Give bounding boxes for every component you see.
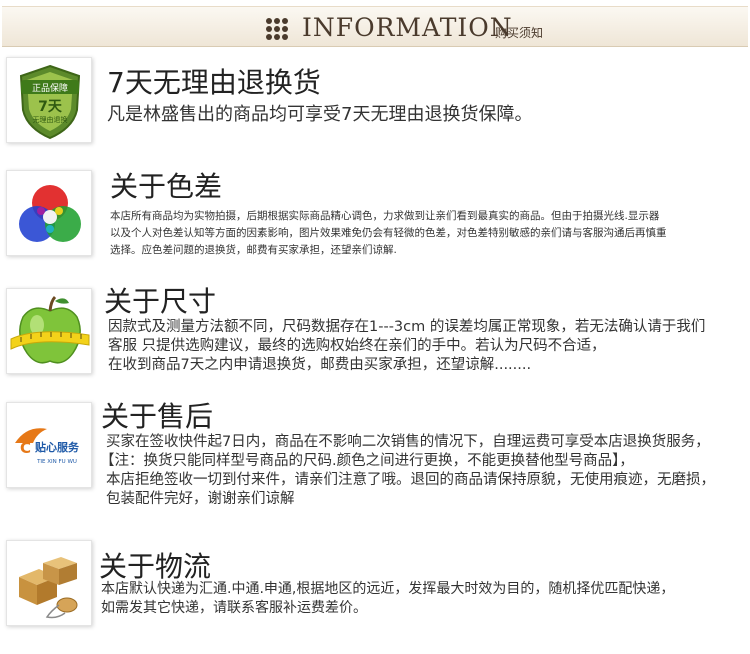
- section-title: 关于物流: [99, 550, 212, 583]
- body-line: 以及个人对色差认知等方面的因素影响，图片效果难免仍会有轻微的色差，对色差特别敏感…: [110, 227, 667, 239]
- section-title: 关于售后: [101, 400, 214, 433]
- color-wheel-icon: [6, 170, 92, 256]
- body-line: 在收到商品7天之内申请退换货，邮费由买家承担，还望谅解........: [108, 357, 532, 373]
- apple-tape-measure-icon: [6, 288, 92, 374]
- body-line: 如需发其它快递，请联系客服补运费差价。: [101, 600, 367, 616]
- body-line: 本店拒绝签收一切到付来件，请亲们注意了哦。退回的商品请保持原貌，无使用痕迹，无磨…: [106, 472, 715, 488]
- service-badge-label: 贴心服务: [34, 440, 80, 454]
- boxes-mouse-icon: [6, 540, 92, 626]
- body-line: 本店默认快递为汇通.中通.申通,根据地区的远近，发挥最大时效为目的，随机择优匹配…: [101, 581, 675, 597]
- svg-text:C: C: [20, 439, 31, 457]
- body-line: 客服 只提供选购建议，最终的选购权始终在亲们的手中。若认为尺码不合适，: [108, 338, 606, 354]
- section-body: 本店所有商品均为实物拍摄，后期根据实际商品精心调色，力求做到让亲们看到最真实的商…: [110, 208, 667, 259]
- section-logistics: 关于物流 本店默认快递为汇通.中通.申通,根据地区的远近，发挥最大时效为目的，随…: [0, 535, 750, 645]
- body-line: 因款式及测量方法额不同，尺码数据存在1---3cm 的误差均属正常现象，若无法确…: [108, 319, 706, 335]
- section-after-sales: C 贴心服务 TIE XIN FU WU 关于售后 买家在签收快件起7日内，商品…: [0, 395, 750, 515]
- dot-grid-icon: [266, 18, 288, 40]
- section-body: 本店默认快递为汇通.中通.申通,根据地区的远近，发挥最大时效为目的，随机择优匹配…: [101, 580, 674, 618]
- section-body: 凡是林盛售出的商品均可享受7天无理由退换货保障。: [107, 103, 532, 127]
- section-title: 7天无理由退换货: [107, 66, 321, 99]
- body-line: 买家在签收快件起7日内，商品在不影响二次销售的情况下，自理运费可享受本店退换货服…: [106, 434, 710, 450]
- body-line: 本店所有商品均为实物拍摄，后期根据实际商品精心调色，力求做到让亲们看到最真实的商…: [110, 210, 660, 222]
- header-subtitle: 购买须知: [495, 26, 544, 40]
- shield-sub-label: 无理由退换: [33, 115, 68, 124]
- body-line: 包装配件完好，谢谢亲们谅解: [106, 491, 295, 507]
- body-line: 选择。应色差问题的退换货，邮费有买家承担，还望亲们谅解.: [110, 244, 397, 256]
- section-return-policy: 正品保障 7天 无理由退换 7天无理由退换货 凡是林盛售出的商品均可享受7天无理…: [0, 55, 750, 145]
- shield-badge-label: 正品保障: [32, 82, 68, 94]
- shield-guarantee-icon: 正品保障 7天 无理由退换: [6, 57, 92, 143]
- after-sales-service-icon: C 贴心服务 TIE XIN FU WU: [6, 402, 92, 488]
- header-title: INFORMATION: [302, 13, 513, 42]
- body-line: 【注：换货只能同样型号商品的尺码.颜色之间进行更换，不能更换替他型号商品】，: [100, 453, 634, 469]
- section-title: 关于尺寸: [104, 285, 217, 318]
- section-size: 关于尺寸 因款式及测量方法额不同，尺码数据存在1---3cm 的误差均属正常现象…: [0, 280, 750, 380]
- service-badge-sub: TIE XIN FU WU: [36, 459, 77, 465]
- section-body: 买家在签收快件起7日内，商品在不影响二次销售的情况下，自理运费可享受本店退换货服…: [100, 433, 715, 509]
- shield-days-label: 7天: [38, 99, 63, 115]
- body-line: 凡是林盛售出的商品均可享受7天无理由退换货保障。: [107, 104, 533, 125]
- section-body: 因款式及测量方法额不同，尺码数据存在1---3cm 的误差均属正常现象，若无法确…: [108, 318, 705, 375]
- info-header: INFORMATION 购买须知: [2, 6, 748, 47]
- section-color-difference: 关于色差 本店所有商品均为实物拍摄，后期根据实际商品精心调色，力求做到让亲们看到…: [0, 165, 750, 260]
- section-title: 关于色差: [110, 170, 223, 203]
